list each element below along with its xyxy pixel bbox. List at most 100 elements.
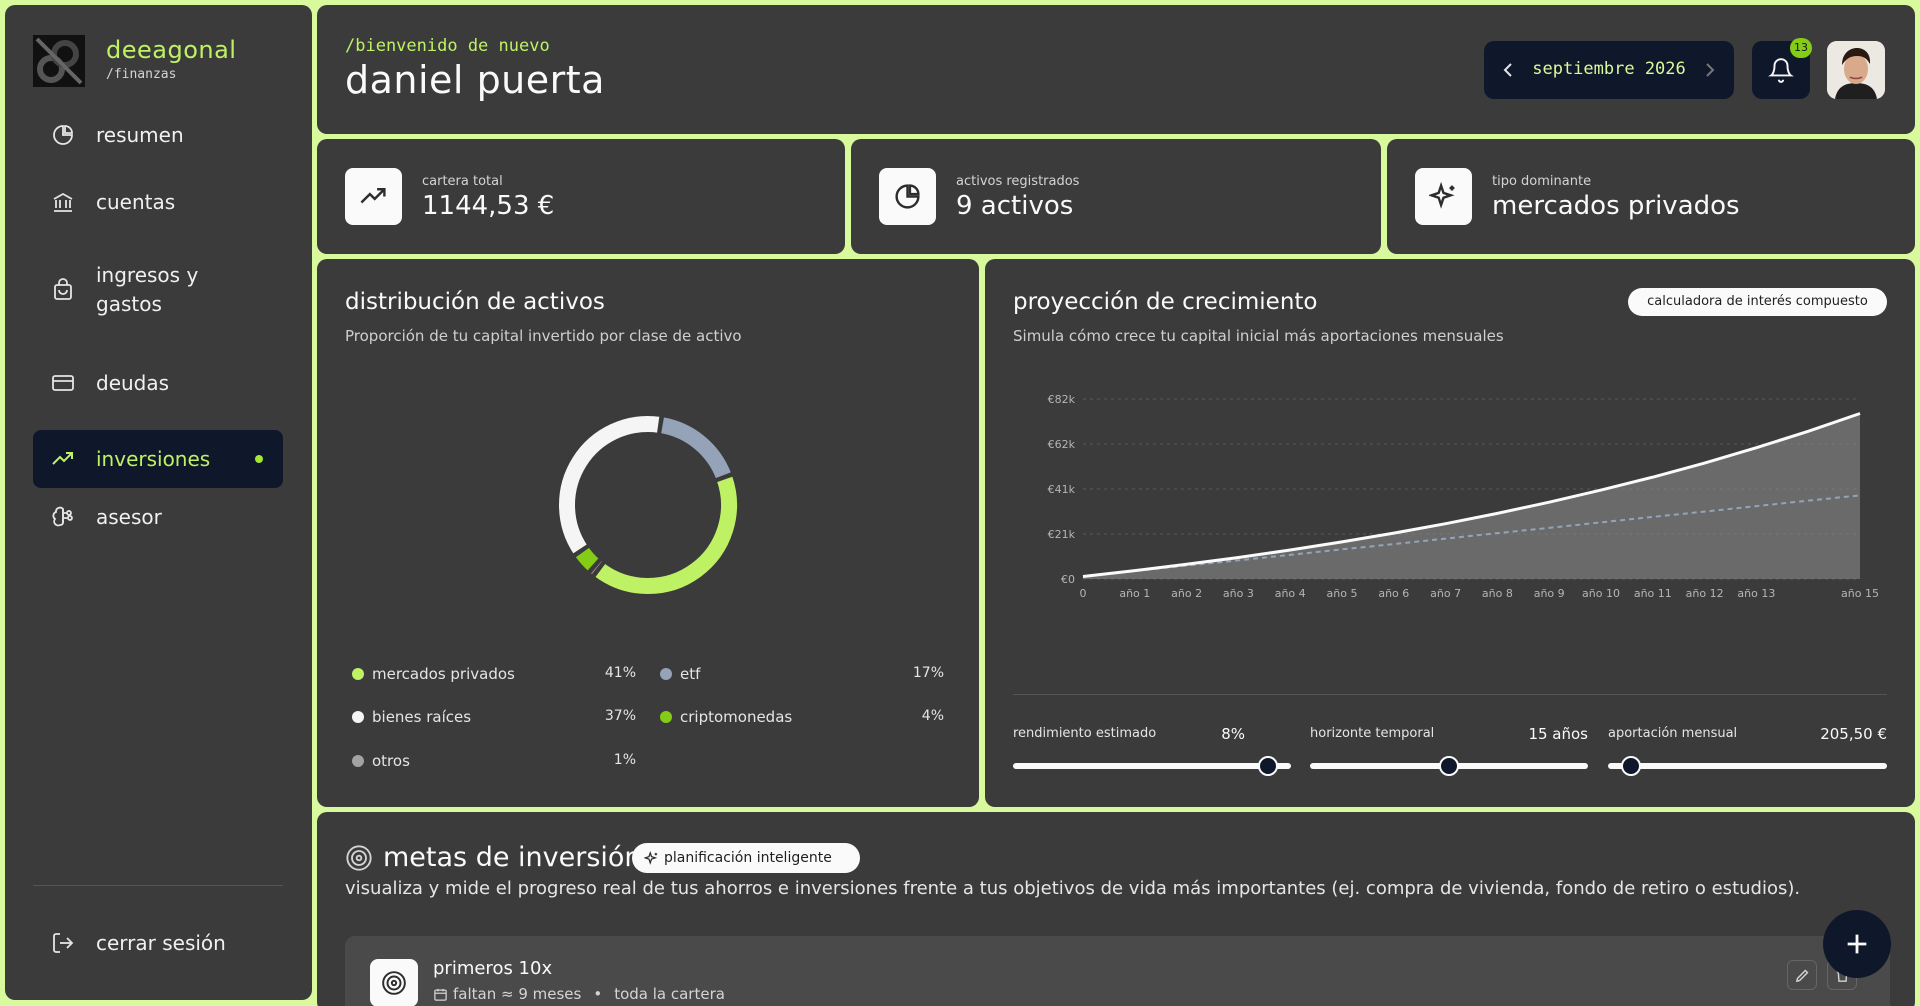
- goal-name: primeros 10x: [433, 958, 553, 979]
- x-tick-label: 0: [1080, 587, 1087, 600]
- bell-icon: [1768, 58, 1794, 83]
- legend-label: bienes raíces: [372, 708, 472, 726]
- x-tick-label: año 5: [1327, 587, 1358, 600]
- goal-scope: toda la cartera: [614, 985, 725, 1003]
- x-tick-label: año 1: [1119, 587, 1150, 600]
- stat-card-cartera-total: cartera total 1144,53 €: [317, 139, 845, 254]
- x-tick-label: año 13: [1737, 587, 1775, 600]
- nav-item-asesor[interactable]: asesor: [33, 497, 283, 537]
- legend-dot: [352, 755, 364, 767]
- nav-label: resumen: [96, 122, 184, 147]
- legend-item-criptomonedas: criptomonedas: [660, 708, 792, 726]
- stat-label: tipo dominante: [1492, 174, 1592, 189]
- card-subtitle: Simula cómo crece tu capital inicial más…: [1013, 327, 1504, 345]
- sparkles-icon: [1415, 168, 1472, 225]
- month-selector: septiembre 2026: [1484, 41, 1734, 99]
- legend-pct: 41%: [604, 665, 636, 681]
- nav-item-deudas[interactable]: deudas: [33, 363, 283, 403]
- divider: [1013, 694, 1887, 695]
- donut-chart: [557, 414, 739, 596]
- y-tick-label: €0: [1061, 573, 1075, 586]
- growth-projection-card: proyección de crecimiento Simula cómo cr…: [985, 259, 1915, 807]
- compound-interest-calculator-button[interactable]: calculadora de interés compuesto: [1628, 288, 1887, 316]
- add-goal-button[interactable]: [1823, 910, 1891, 978]
- nav-item-inversiones[interactable]: inversiones: [33, 430, 283, 488]
- nav-item-cuentas[interactable]: cuentas: [33, 182, 283, 222]
- legend-pct: 17%: [912, 665, 944, 681]
- stat-value: 1144,53 €: [422, 191, 555, 221]
- edit-goal-button[interactable]: [1787, 960, 1817, 990]
- legend-item-etf: etf: [660, 665, 700, 683]
- goal-eta: faltan ≈ 9 meses: [453, 985, 582, 1003]
- slider-label: aportación mensual: [1608, 726, 1738, 741]
- brand-name: deeagonal: [106, 36, 237, 64]
- goal-item[interactable]: primeros 10x faltan ≈ 9 meses • toda la …: [345, 936, 1890, 1006]
- legend-label: mercados privados: [372, 665, 515, 683]
- legend-pct: 37%: [604, 708, 636, 724]
- pie-chart-icon: [51, 123, 75, 147]
- separator: •: [593, 985, 603, 1003]
- slider-thumb[interactable]: [1620, 756, 1641, 776]
- nav-item-resumen[interactable]: resumen: [33, 115, 283, 155]
- current-month: septiembre 2026: [1532, 59, 1686, 79]
- nav-label: cuentas: [96, 189, 176, 214]
- trending-up-icon: [345, 168, 402, 225]
- monthly-contribution-slider[interactable]: [1608, 756, 1887, 776]
- target-icon: [370, 959, 418, 1006]
- plus-icon: [1847, 934, 1867, 954]
- pencil-icon: [1795, 969, 1809, 983]
- y-tick-label: €62k: [1048, 438, 1076, 451]
- calendar-icon: [434, 988, 447, 1001]
- credit-card-icon: [51, 371, 75, 395]
- greeting: /bienvenido de nuevo: [345, 36, 550, 56]
- legend-pct: 4%: [921, 708, 944, 724]
- x-tick-label: año 10: [1582, 587, 1620, 600]
- investment-goals-card: metas de inversión planificación intelig…: [317, 812, 1915, 1006]
- avatar[interactable]: [1827, 41, 1885, 99]
- smart-planning-badge: planificación inteligente: [632, 843, 860, 873]
- legend-pct: 1%: [613, 752, 636, 768]
- slider-value: 205,50 €: [1820, 725, 1887, 743]
- card-subtitle: Proporción de tu capital invertido por c…: [345, 327, 742, 345]
- slider-label: rendimiento estimado: [1013, 726, 1157, 741]
- trending-up-icon: [51, 447, 75, 471]
- y-tick-label: €21k: [1048, 528, 1076, 541]
- return-rate-slider[interactable]: [1013, 756, 1291, 776]
- target-icon: [346, 845, 372, 871]
- legend-item-otros: otros: [352, 752, 410, 770]
- chevron-right-icon[interactable]: [1698, 58, 1722, 82]
- user-name: daniel puerta: [345, 58, 605, 102]
- area-total-capital: [1083, 413, 1860, 579]
- card-title: proyección de crecimiento: [1013, 289, 1318, 315]
- y-tick-label: €41k: [1048, 483, 1076, 496]
- pie-chart-icon: [879, 168, 936, 225]
- nav-label: deudas: [96, 370, 170, 395]
- x-tick-label: año 8: [1482, 587, 1513, 600]
- x-tick-label: año 3: [1223, 587, 1254, 600]
- nav-item-ingresos-y-gastos[interactable]: ingresos y gastos: [33, 250, 283, 330]
- time-horizon-slider[interactable]: [1310, 756, 1588, 776]
- slider-value: 8%: [1221, 725, 1245, 743]
- goals-title: metas de inversión: [383, 842, 642, 873]
- logout-button[interactable]: cerrar sesión: [33, 923, 283, 963]
- x-tick-label: año 2: [1171, 587, 1202, 600]
- x-tick-label: año 7: [1430, 587, 1461, 600]
- slider-value: 15 años: [1528, 725, 1588, 743]
- stat-value: 9 activos: [956, 191, 1074, 221]
- x-tick-label: año 4: [1275, 587, 1306, 600]
- slider-thumb[interactable]: [1258, 756, 1279, 776]
- slice-mercados-privados: [592, 474, 739, 596]
- legend-label: criptomonedas: [680, 708, 793, 726]
- logout-icon: [51, 931, 75, 955]
- stat-card-activos-registrados: activos registrados 9 activos: [851, 139, 1381, 254]
- active-indicator-dot: [255, 455, 263, 463]
- brain-icon: [51, 505, 75, 529]
- nav-label: asesor: [96, 504, 162, 529]
- x-tick-label: año 12: [1686, 587, 1724, 600]
- sparkles-icon: [644, 851, 658, 865]
- asset-distribution-card: distribución de activos Proporción de tu…: [317, 259, 979, 807]
- badge-label: planificación inteligente: [664, 850, 832, 866]
- slice-bienes-raices: [557, 414, 662, 557]
- legend-dot: [352, 711, 364, 723]
- slider-thumb[interactable]: [1439, 756, 1459, 776]
